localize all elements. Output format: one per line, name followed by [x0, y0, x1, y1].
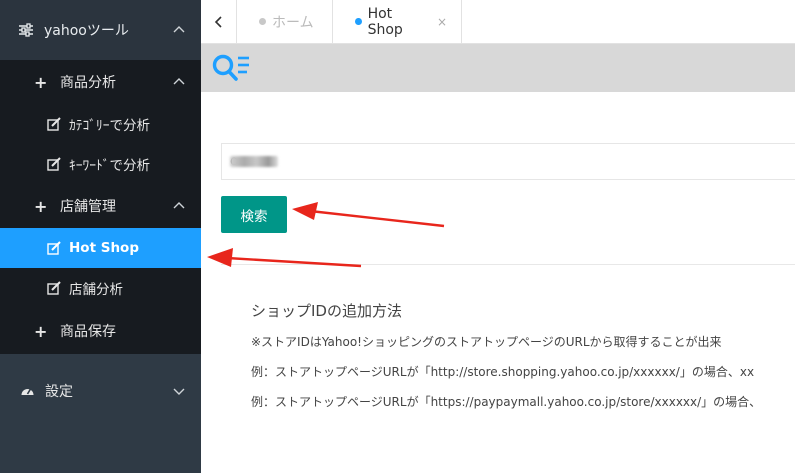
info-line: ※ストアIDはYahoo!ショッピングのストアトップページのURLから取得するこ…	[251, 335, 722, 349]
edit-icon	[47, 157, 61, 171]
nav-category-analysis-label: ｶﾃｺﾞﾘｰで分析	[69, 118, 150, 134]
submenu: + 商品分析 ｶﾃｺﾞﾘｰで分析 ｷｰﾜｰﾄﾞで分析 + 店舗管理 Hot Sh…	[0, 60, 201, 354]
plus-icon: +	[34, 321, 48, 341]
chevron-up-icon	[173, 26, 185, 33]
plus-icon: +	[34, 196, 48, 216]
nav-settings[interactable]: 設定	[0, 366, 201, 416]
arrow-annotation	[292, 202, 445, 228]
edit-icon	[47, 241, 61, 255]
info-title: ショップIDの追加方法	[251, 302, 402, 320]
nav-settings-label: 設定	[45, 384, 73, 400]
search-list-icon[interactable]	[211, 52, 253, 86]
chevron-down-icon	[173, 388, 185, 395]
nav-product-analysis-label: 商品分析	[60, 75, 116, 91]
info-line: 例：ストアトップページURLが「http://store.shopping.ya…	[251, 365, 755, 379]
tab-hot-shop[interactable]: Hot Shop ×	[333, 0, 462, 43]
nav-yahoo-tools-label: yahooツール	[44, 23, 129, 39]
tab-dot	[355, 18, 362, 25]
nav-keyword-analysis[interactable]: ｷｰﾜｰﾄﾞで分析	[0, 144, 201, 184]
nav-product-save-label: 商品保存	[60, 324, 116, 340]
tab-home-label: ホーム	[272, 14, 314, 31]
tab-hot-shop-label: Hot Shop	[367, 5, 403, 38]
nav-store-management[interactable]: + 店舗管理	[0, 184, 201, 228]
sliders-icon	[19, 23, 33, 37]
nav-hot-shop[interactable]: Hot Shop	[0, 228, 201, 268]
tab-back-button[interactable]	[201, 0, 237, 43]
chevron-up-icon	[173, 78, 185, 85]
back-icon	[214, 15, 222, 28]
dashboard-icon	[21, 388, 34, 395]
nav-product-save[interactable]: + 商品保存	[0, 308, 201, 354]
tab-home[interactable]: ホーム	[237, 0, 333, 43]
tab-bar: ホーム Hot Shop ×	[201, 0, 795, 44]
nav-store-analysis[interactable]: 店舗分析	[0, 268, 201, 308]
arrow-annotation	[207, 248, 362, 268]
search-button[interactable]: 検索	[221, 196, 287, 233]
tab-dot	[259, 18, 266, 25]
toolbar	[201, 44, 795, 92]
shop-search-input[interactable]	[221, 143, 795, 180]
chevron-up-icon	[173, 202, 185, 209]
sidebar: yahooツール + 商品分析 ｶﾃｺﾞﾘｰで分析 ｷｰﾜｰﾄﾞで分析 + 店舗…	[0, 0, 201, 473]
blurred-text	[230, 156, 278, 167]
info-line: 例：ストアトップページURLが「https://paypaymall.yahoo…	[251, 395, 762, 409]
nav-store-management-label: 店舗管理	[60, 199, 116, 215]
nav-product-analysis[interactable]: + 商品分析	[0, 60, 201, 104]
nav-store-analysis-label: 店舗分析	[69, 282, 123, 298]
nav-category-analysis[interactable]: ｶﾃｺﾞﾘｰで分析	[0, 104, 201, 144]
nav-hot-shop-label: Hot Shop	[69, 240, 139, 256]
close-icon[interactable]: ×	[437, 15, 447, 29]
edit-icon	[47, 117, 61, 131]
nav-yahoo-tools[interactable]: yahooツール	[0, 0, 201, 60]
plus-icon: +	[34, 72, 48, 92]
edit-icon	[47, 281, 61, 295]
nav-keyword-analysis-label: ｷｰﾜｰﾄﾞで分析	[69, 158, 150, 174]
